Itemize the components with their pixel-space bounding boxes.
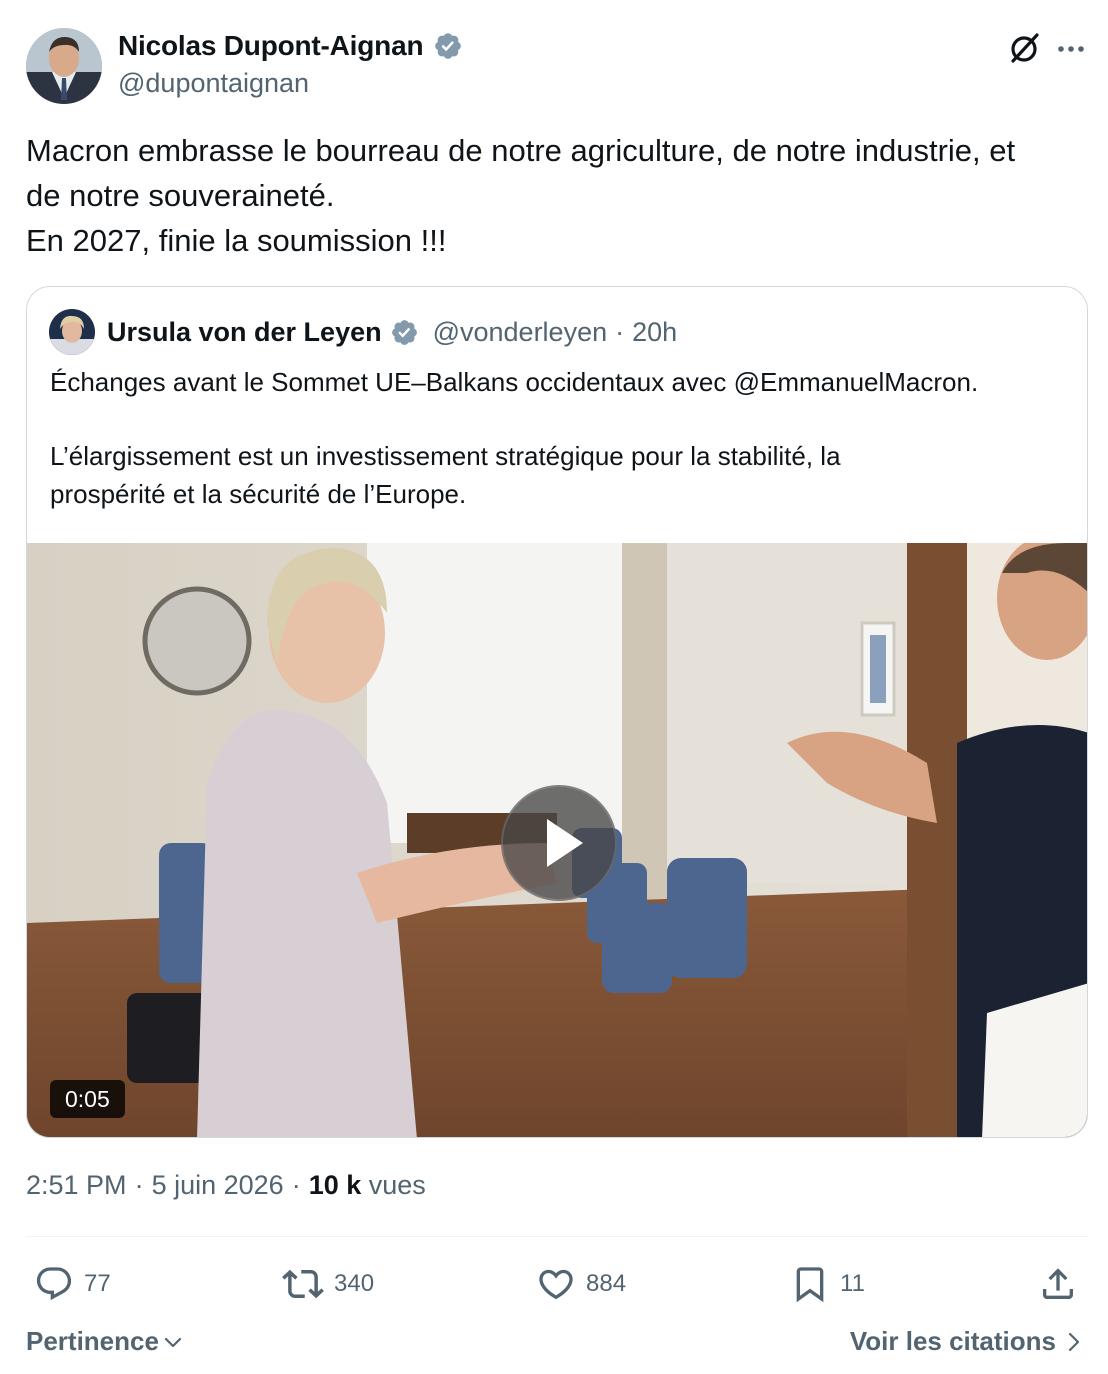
bookmark-count: 11 <box>840 1270 865 1297</box>
reply-button[interactable]: 77 <box>34 1258 111 1310</box>
like-button[interactable]: 884 <box>536 1258 626 1310</box>
author-avatar[interactable] <box>26 28 102 104</box>
tweet-text-line: de notre souveraineté. <box>26 178 335 213</box>
separator-dot: · <box>291 1170 301 1200</box>
view-quotes-label: Voir les citations <box>849 1326 1056 1356</box>
quoted-text-line: L’élargissement est un investissement st… <box>50 441 841 471</box>
chevron-down-icon <box>164 1337 182 1347</box>
video-player[interactable]: 0:05 <box>27 543 1087 1137</box>
sort-dropdown[interactable]: Pertinence <box>26 1326 185 1357</box>
divider <box>26 1236 1088 1237</box>
reply-icon <box>36 1267 72 1301</box>
author-name[interactable]: Nicolas Dupont-Aignan <box>118 30 424 62</box>
share-icon <box>1043 1268 1073 1299</box>
tweet-meta: 2:51 PM · 5 juin 2026 · 10 k vues <box>26 1170 426 1201</box>
quoted-tweet-text: Échanges avant le Sommet UE–Balkans occi… <box>50 363 1070 513</box>
like-count: 884 <box>586 1270 627 1297</box>
repost-count: 340 <box>334 1270 375 1297</box>
quoted-text-line <box>50 401 1070 437</box>
chevron-right-icon <box>1068 1332 1080 1351</box>
sort-label: Pertinence <box>26 1326 159 1356</box>
tweet-detail-page: Nicolas Dupont-Aignan @dupontaignan Macr… <box>0 0 1108 1374</box>
separator-dot: · <box>134 1170 144 1200</box>
views-count: 10 k <box>308 1170 362 1200</box>
video-duration: 0:05 <box>50 1080 125 1118</box>
repost-icon <box>282 1269 324 1299</box>
quoted-text-line: prospérité et la sécurité de l’Europe. <box>50 479 467 509</box>
quoted-text-line: Échanges avant le Sommet UE–Balkans occi… <box>50 367 979 397</box>
verified-badge-icon <box>433 31 463 61</box>
quoted-author-handle: @vonderleyen <box>432 316 608 347</box>
play-button[interactable] <box>501 785 617 901</box>
tweet-text-line: En 2027, finie la soumission !!! <box>26 223 447 258</box>
view-quotes-link[interactable]: Voir les citations <box>850 1326 1084 1357</box>
bookmark-icon <box>796 1267 824 1303</box>
quoted-author-avatar <box>49 309 95 355</box>
tweet-date[interactable]: 5 juin 2026 <box>152 1170 284 1201</box>
bookmark-button[interactable]: 11 <box>790 1258 865 1310</box>
share-button[interactable] <box>1038 1258 1078 1310</box>
tweet-text: Macron embrasse le bourreau de notre agr… <box>26 128 1086 263</box>
verified-badge-icon <box>390 318 419 347</box>
reply-count: 77 <box>84 1270 111 1297</box>
action-bar: 77 340 884 11 <box>26 1258 1088 1310</box>
more-icon[interactable] <box>1056 34 1086 64</box>
quoted-author-name: Ursula von der Leyen <box>107 316 382 347</box>
play-icon <box>547 819 583 867</box>
separator-dot: · <box>615 316 625 347</box>
views-label: vues <box>368 1170 426 1200</box>
tweet-text-line: Macron embrasse le bourreau de notre agr… <box>26 133 1016 168</box>
grok-icon[interactable] <box>1006 30 1042 66</box>
quoted-tweet-header: Ursula von der Leyen @vonderleyen · 20h <box>49 309 677 355</box>
like-icon <box>539 1269 573 1300</box>
tweet-time[interactable]: 2:51 PM <box>26 1170 127 1201</box>
quoted-tweet-time: 20h <box>632 316 678 347</box>
quoted-tweet-card[interactable]: Ursula von der Leyen @vonderleyen · 20h … <box>26 286 1088 1138</box>
author-handle[interactable]: @dupontaignan <box>118 68 309 99</box>
tweet-header: Nicolas Dupont-Aignan @dupontaignan <box>26 26 1086 106</box>
repost-button[interactable]: 340 <box>282 1258 374 1310</box>
